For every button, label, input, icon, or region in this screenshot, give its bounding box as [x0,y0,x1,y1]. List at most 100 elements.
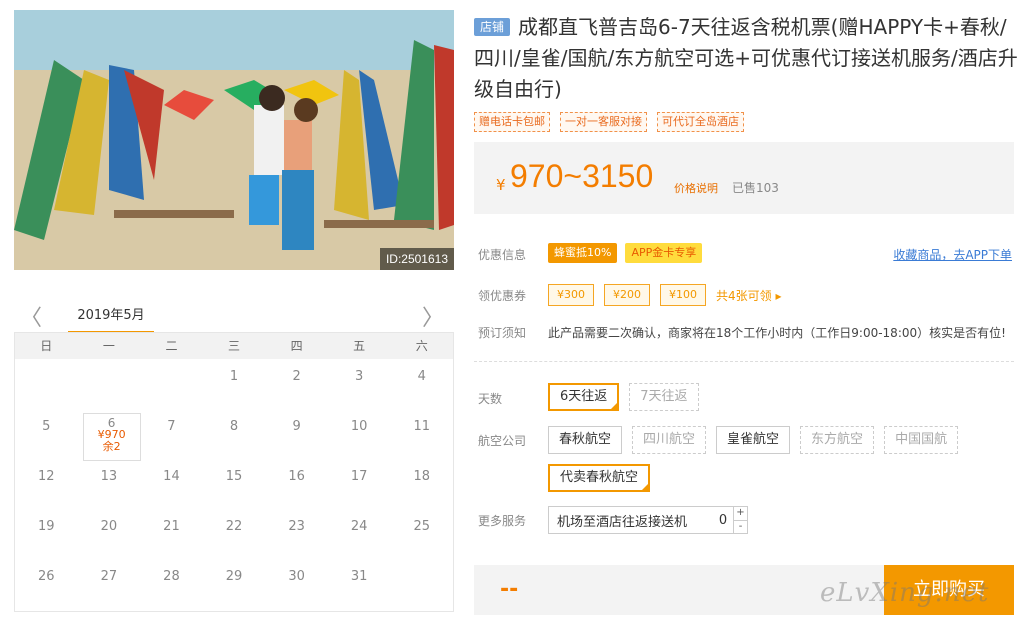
calendar-day: 1 [229,369,239,384]
calendar-day: 11 [413,419,431,434]
favorite-app-link[interactable]: 收藏商品，去APP下单 [893,246,1012,263]
coupon-item[interactable]: ¥100 [660,284,706,306]
weekday-label: 日 [40,339,53,353]
calendar-day [140,359,203,409]
calendar-day: 16 [288,469,305,484]
calendar-day: 29 [225,569,243,584]
calendar-day: 26 [38,569,55,584]
beach-image [14,10,454,270]
days-option-7[interactable]: 7天往返 [629,383,699,411]
calendar-day: 28 [163,569,180,584]
service-label: 更多服务 [478,514,527,528]
calendar-day: 24 [350,519,368,534]
product-title: 成都直飞普吉岛6-7天往返含税机票(赠HAPPY卡+春秋/四川/皇雀/国航/东方… [474,15,1018,101]
total-price: -- [500,577,519,602]
days-options: 6天往返 7天往返 [548,383,699,411]
calendar-prev-month-button[interactable]: 〈 [20,300,42,332]
calendar-day-selected[interactable]: 6 ¥970 余2 [78,409,141,461]
calendar-day: 20 [100,519,118,534]
selected-day-box[interactable]: 6 ¥970 余2 [82,413,141,461]
calendar-day: 19 [38,519,55,534]
calendar-day: 4 [417,369,426,384]
calendar-week: 19 20 21 22 23 24 25 [15,509,453,559]
calendar-month-label: 2019年5月 [68,304,154,333]
product-photo: ID:2501613 [14,10,454,270]
airline-options-row2: 代卖春秋航空 [548,464,651,492]
section-divider [474,361,1014,362]
notice-text: 此产品需要二次确认，商家将在18个工作小时内（工作日9:00-18:00）核实是… [548,326,1006,340]
weekday-label: 四 [290,339,303,353]
quantity-plus-button[interactable]: + [734,507,747,520]
weekday-label: 五 [353,339,366,353]
coupon-item[interactable]: ¥300 [548,284,594,306]
calendar-day [78,359,141,409]
calendar-day [390,559,453,609]
weekday-label: 二 [165,339,178,353]
service-quantity[interactable]: 0 [713,513,733,528]
photo-id-label: ID:2501613 [379,248,454,270]
currency-symbol: ¥ [496,176,506,194]
promo-tags: 蜂蜜抵10% APP金卡专享 [548,243,703,263]
airline-options: 春秋航空 四川航空 皇雀航空 东方航空 中国国航 [548,426,959,454]
price-range: 970~3150 [510,158,654,194]
calendar-day: 5 [42,419,51,434]
coupon-item[interactable]: ¥200 [604,284,650,306]
airline-option[interactable]: 中国国航 [884,426,959,454]
promo-tag: 蜂蜜抵10% [548,243,618,263]
calendar-day: 31 [350,569,368,584]
calendar-day: 23 [288,519,305,534]
service-quantity-selector: 机场至酒店往返接送机 0 + - [548,506,748,534]
calendar-day: 2 [292,369,301,384]
sold-count: 已售103 [732,181,779,195]
price-note-link[interactable]: 价格说明 [674,180,718,196]
quantity-minus-button[interactable]: - [734,519,747,534]
calendar-day: 17 [350,469,368,484]
airline-option-selected[interactable]: 代卖春秋航空 [548,464,651,492]
calendar-day: 25 [413,519,431,534]
calendar-day: 30 [288,569,305,584]
calendar-day [15,359,78,409]
airline-option[interactable]: 春秋航空 [548,426,623,454]
calendar-day: 12 [38,469,55,484]
calendar-day: 27 [100,569,118,584]
price-box: ¥ 970~3150 价格说明 已售103 [474,142,1014,214]
airline-option[interactable]: 皇雀航空 [716,426,791,454]
site-watermark: eLvXing.net [820,578,990,608]
weekday-label: 三 [228,339,241,353]
calendar-day: 18 [413,469,431,484]
airline-option[interactable]: 东方航空 [800,426,875,454]
calendar-weekday-row: 日 一 二 三 四 五 六 [15,333,453,359]
quantity-stepper: + - [733,507,747,533]
calendar-day: 3 [355,369,364,384]
service-name: 机场至酒店往返接送机 [557,514,688,530]
calendar-day: 13 [100,469,118,484]
airline-option[interactable]: 四川航空 [632,426,707,454]
days-option-6[interactable]: 6天往返 [548,383,620,411]
feature-badge: 一对一客服对接 [560,112,647,132]
calendar-week: 12 13 14 15 16 17 18 [15,459,453,509]
calendar-week: 26 27 28 29 30 31 [15,559,453,609]
notice-label: 预订须知 [478,326,527,340]
calendar-week: 1 2 3 4 [15,359,453,409]
promo-label: 优惠信息 [478,248,527,262]
calendar-next-month-button[interactable]: 〉 [422,300,444,332]
days-label: 天数 [478,392,503,406]
calendar-header: 〈 2019年5月 〉 [14,296,454,333]
calendar-day: 21 [163,519,180,534]
coupon-list: ¥300 ¥200 ¥100 共4张可领 ▸ [548,284,781,306]
weekday-label: 一 [102,339,115,353]
feature-badge: 赠电话卡包邮 [474,112,550,132]
feature-badge: 可代订全岛酒店 [657,112,744,132]
coupon-more-link[interactable]: 共4张可领 ▸ [716,287,781,304]
calendar-day: 22 [225,519,243,534]
coupon-label: 领优惠券 [478,289,527,303]
airline-label: 航空公司 [478,434,527,448]
weekday-label: 六 [415,339,428,353]
shop-tag: 店铺 [474,18,511,36]
calendar-day: 8 [229,419,239,434]
calendar: 日 一 二 三 四 五 六 1 2 3 4 5 6 ¥970 余2 7 8 9 … [14,332,454,612]
calendar-week: 5 6 ¥970 余2 7 8 9 10 11 [15,409,453,461]
feature-badges: 赠电话卡包邮 一对一客服对接 可代订全岛酒店 [474,112,744,132]
calendar-day: 15 [225,469,243,484]
calendar-day: 7 [167,419,176,434]
